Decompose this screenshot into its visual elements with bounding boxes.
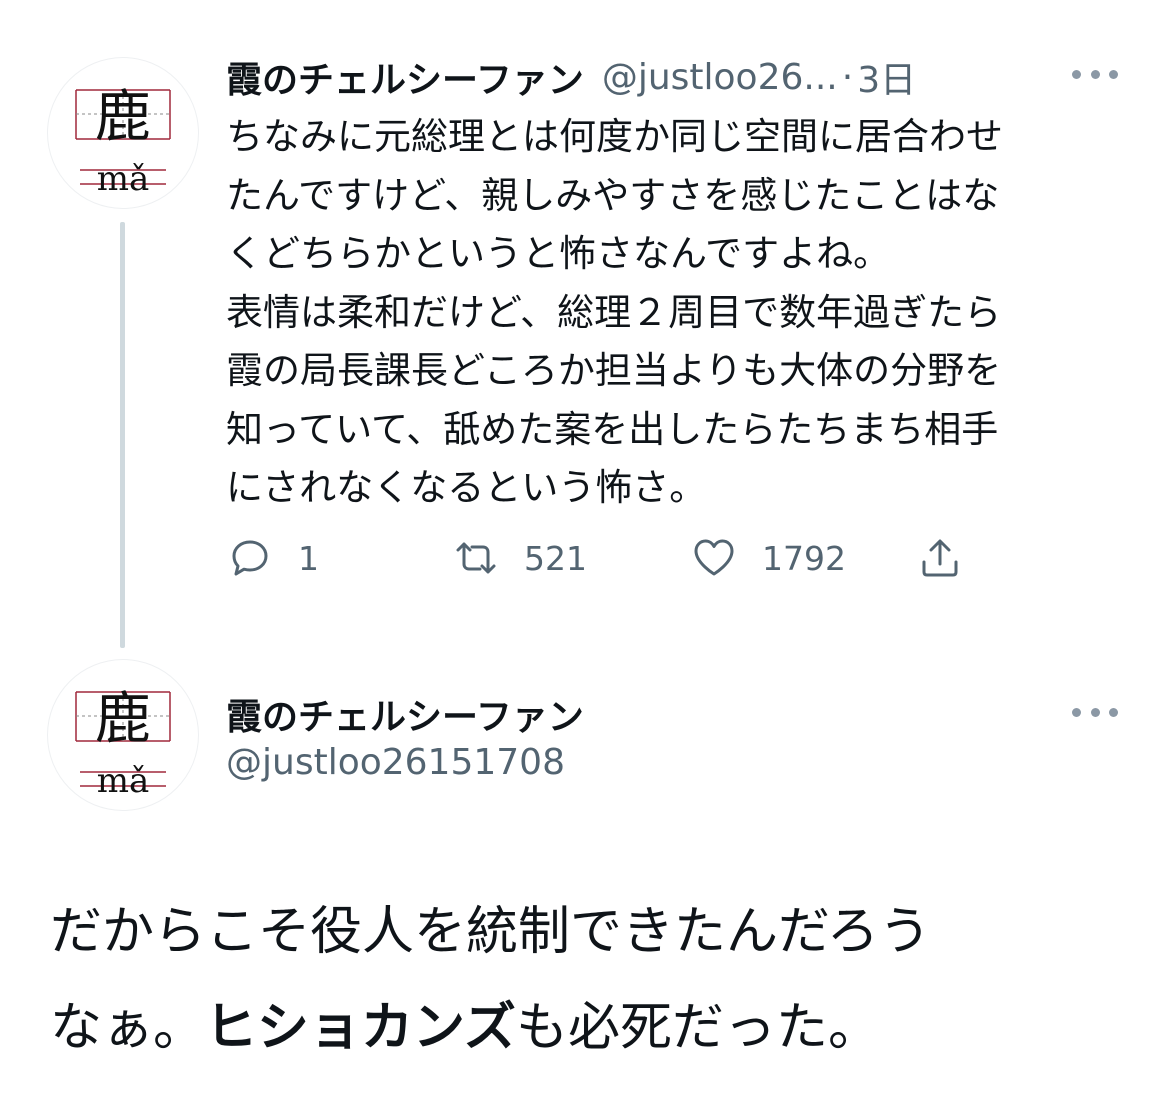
tweet-line: だからこそ役人を統制できたんだろう [50, 902, 931, 962]
tweet-line: 知っていて、舐めた案を出したらたちまち相手 [226, 407, 999, 451]
like-icon [694, 539, 734, 576]
tweet-actions: 1 521 1792 [226, 528, 986, 588]
more-icon[interactable] [1072, 64, 1118, 84]
avatar[interactable]: 鹿 mǎ [48, 660, 198, 810]
tweet-line: 表情は柔和だけど、総理２周目で数年過ぎたら [226, 290, 1002, 334]
user-handle[interactable]: @justloo26... [602, 57, 838, 98]
tweet-text: だからこそ役人を統制できたんだろう なぁ。ヒショカンズも必死だった。 [50, 884, 1130, 1076]
tweet-text-span: なぁ。 [50, 998, 205, 1058]
tweet-text-span: も必死だった。 [515, 998, 880, 1058]
tweet-line: くどちらかというと怖さなんですよね。 [226, 232, 891, 275]
tweet-line: たんですけど、親しみやすさを感じたことはな [226, 173, 1000, 217]
like-count: 1792 [762, 538, 846, 578]
share-button[interactable] [916, 528, 964, 588]
avatar-image: 鹿 mǎ [75, 85, 171, 199]
more-icon[interactable] [1072, 702, 1118, 722]
display-name[interactable]: 霞のチェルシーファン [226, 51, 584, 103]
timestamp[interactable]: 3日 [857, 51, 916, 103]
tweet-line: 霞の局長課長どころか担当よりも大体の分野を [226, 349, 1002, 392]
tweet-line: にされなくなるという怖さ。 [226, 466, 707, 509]
like-button[interactable]: 1792 [690, 528, 846, 588]
retweet-icon [456, 542, 496, 574]
display-name[interactable]: 霞のチェルシーファン [226, 688, 584, 740]
reply-button[interactable]: 1 [226, 528, 319, 588]
user-handle[interactable]: @justloo26151708 [226, 742, 565, 783]
thread-line [120, 222, 125, 648]
retweet-count: 521 [524, 538, 587, 578]
tweet-text-bold: ヒショカンズ [204, 998, 516, 1058]
tweet-line: ちなみに元総理とは何度か同じ空間に居合わせ [226, 115, 1003, 158]
reply-icon [232, 540, 268, 576]
avatar-glyph: 鹿 [95, 85, 151, 150]
avatar-glyph: 鹿 [95, 687, 151, 752]
tweet-header: 霞のチェルシーファン @justloo26... · 3日 [226, 52, 916, 102]
avatar-pinyin: mǎ [97, 159, 150, 199]
avatar[interactable]: 鹿 mǎ [48, 58, 198, 208]
separator-dot: · [841, 56, 854, 98]
tweet-line: なぁ。ヒショカンズも必死だった。 [50, 980, 1130, 1076]
avatar-image: 鹿 mǎ [75, 687, 171, 801]
share-icon [922, 539, 958, 577]
avatar-pinyin: mǎ [97, 761, 150, 801]
tweet-text: ちなみに元総理とは何度か同じ空間に居合わせ たんですけど、親しみやすさを感じたこ… [226, 108, 1126, 518]
reply-count: 1 [298, 538, 319, 578]
retweet-button[interactable]: 521 [452, 528, 587, 588]
